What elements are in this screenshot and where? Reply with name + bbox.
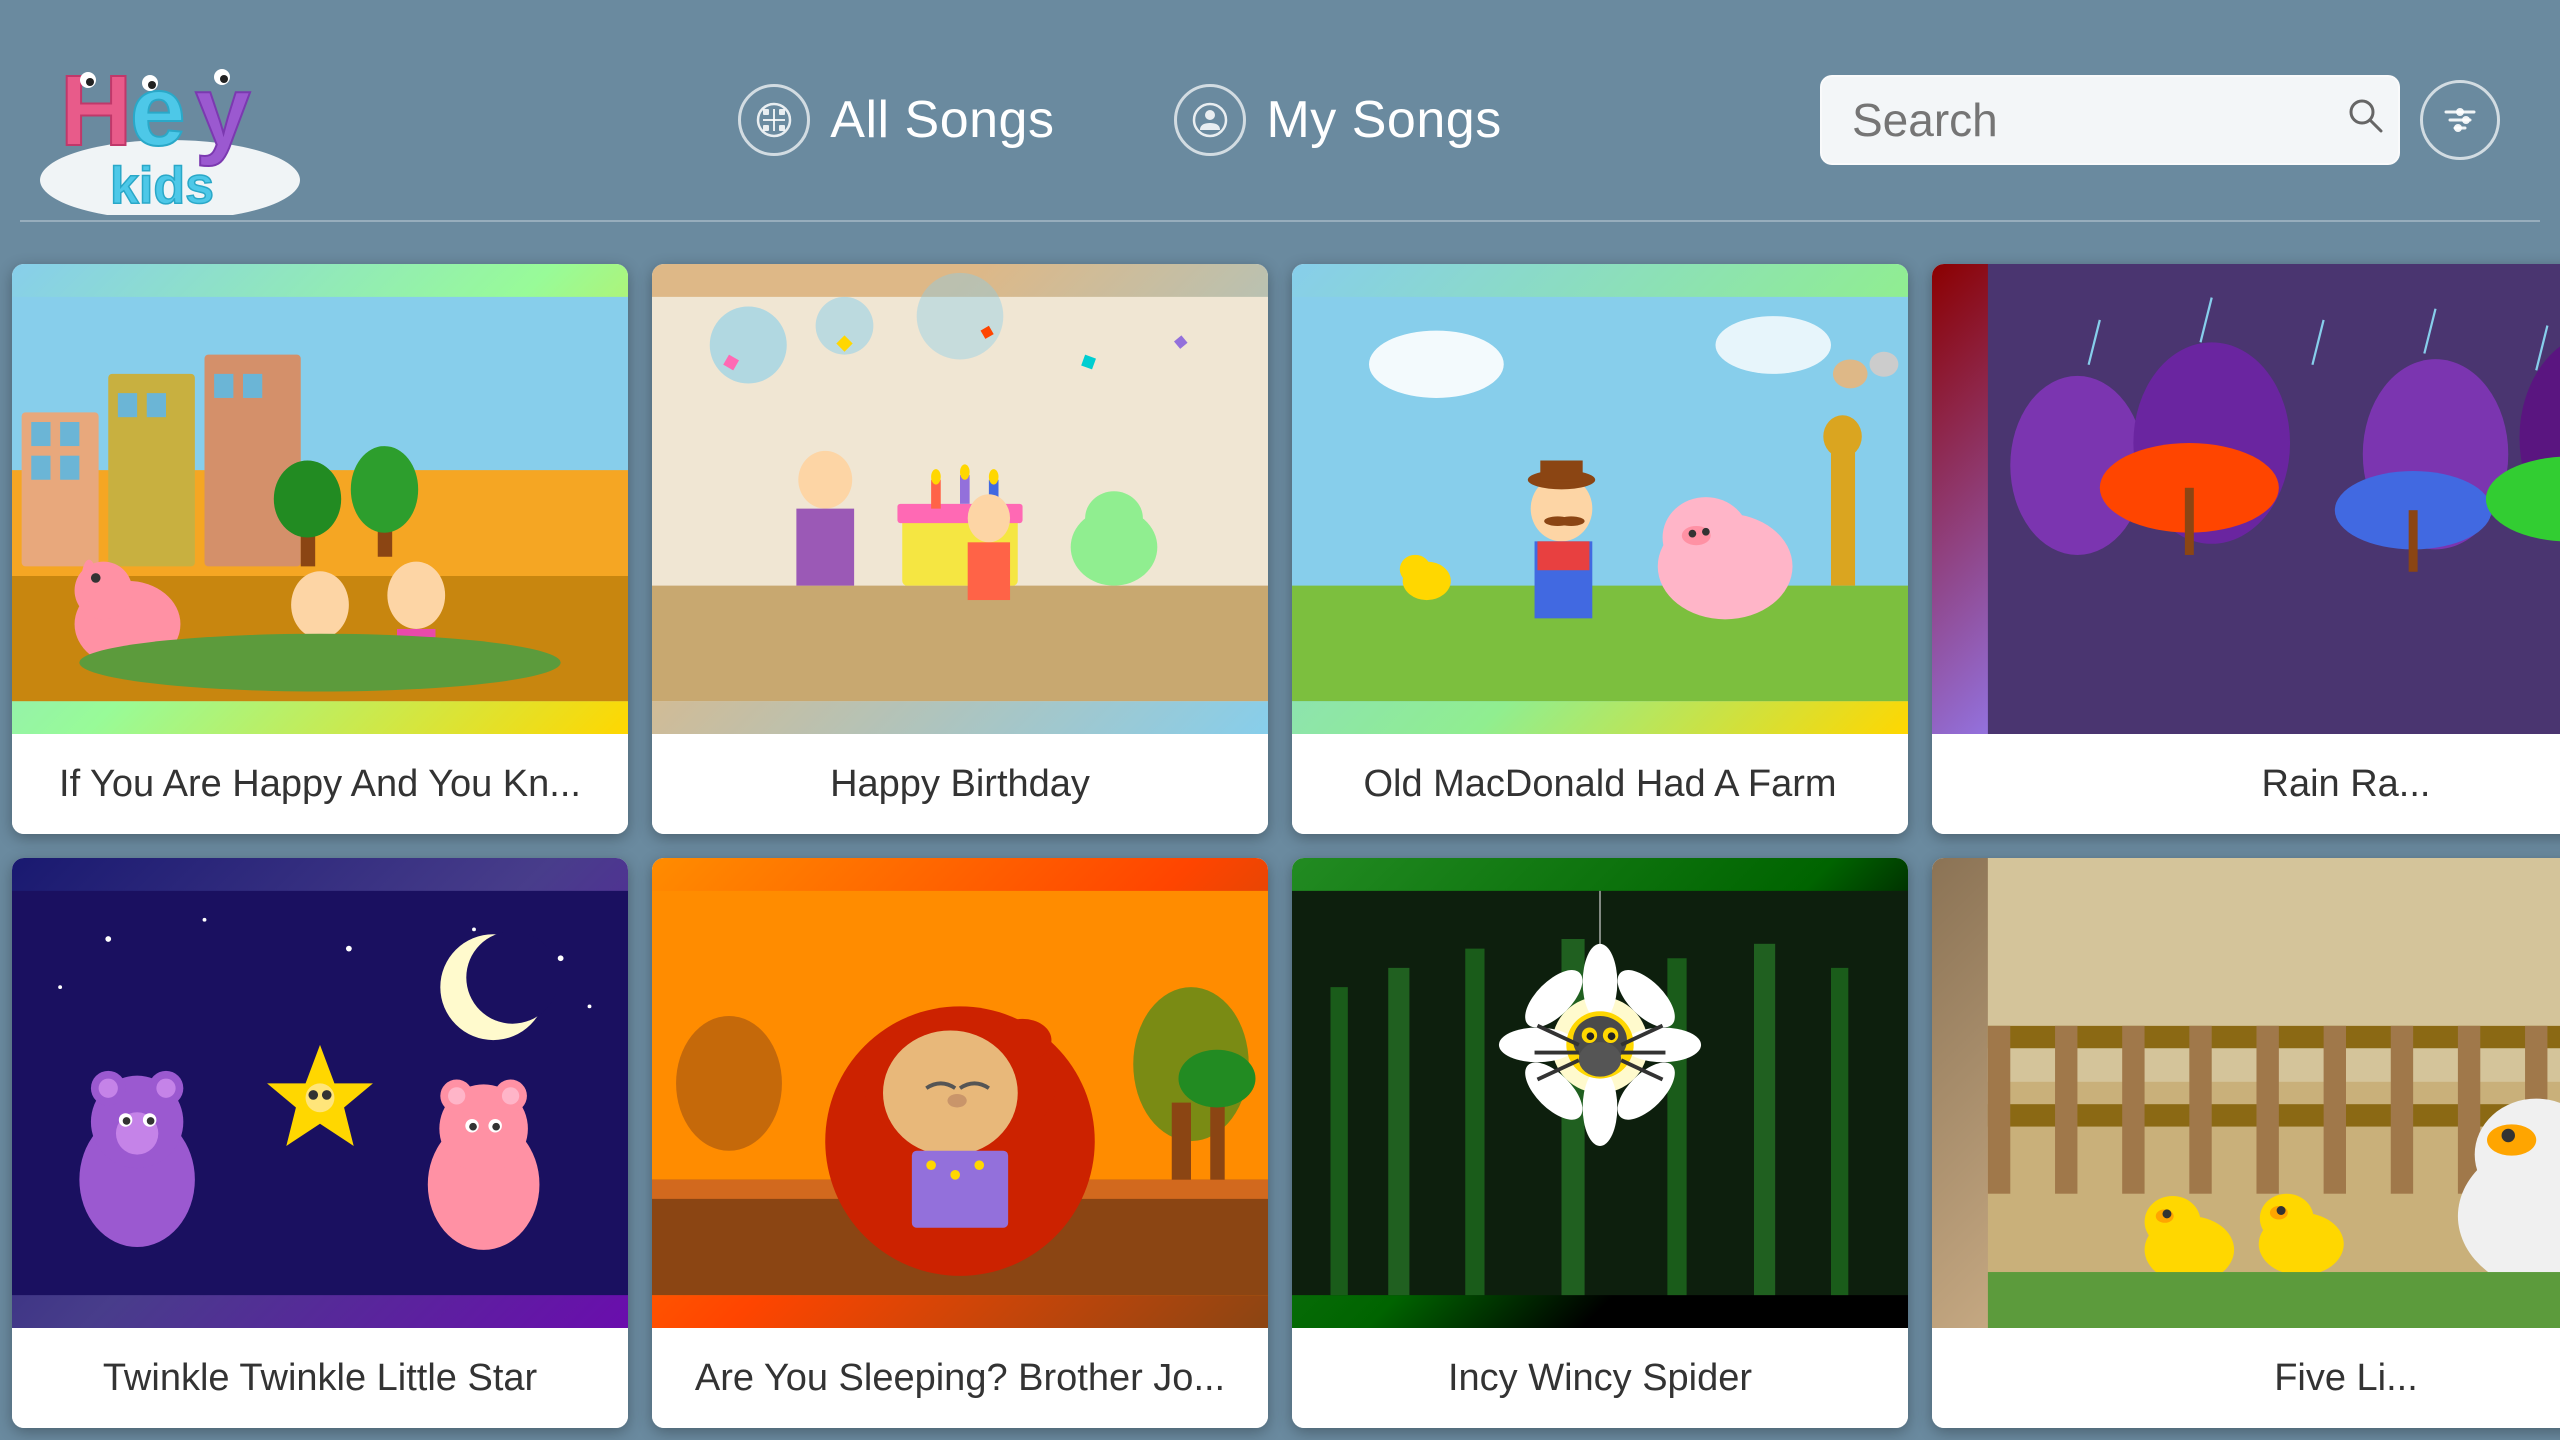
card-title: If You Are Happy And You Kn... <box>32 763 608 806</box>
search-area <box>1820 75 2500 165</box>
svg-text:e: e <box>130 55 186 167</box>
card-twinkle-twinkle[interactable]: Twinkle Twinkle Little Star <box>12 858 628 1428</box>
my-songs-label: My Songs <box>1266 90 1501 150</box>
card-title-bar: Rain Ra... <box>1932 734 2560 834</box>
card-title: Rain Ra... <box>1952 763 2560 806</box>
card-title-bar: Five Li... <box>1932 1328 2560 1428</box>
filter-button[interactable] <box>2420 80 2500 160</box>
heykids-logo: H e y kids <box>30 25 310 215</box>
search-wrapper <box>1820 75 2400 165</box>
card-title-bar: Are You Sleeping? Brother Jo... <box>652 1328 1268 1428</box>
card-title: Old MacDonald Had A Farm <box>1312 763 1888 806</box>
all-songs-nav[interactable]: All Songs <box>738 84 1054 156</box>
card-title-bar: Twinkle Twinkle Little Star <box>12 1328 628 1428</box>
nav-area: All Songs My Songs <box>320 84 1820 156</box>
film-icon <box>738 84 810 156</box>
logo-area: H e y kids <box>20 20 320 220</box>
content-grid: If You Are Happy And You Kn... <box>0 222 2560 1440</box>
card-title: Incy Wincy Spider <box>1312 1357 1888 1400</box>
card-incy-wincy-spider[interactable]: Incy Wincy Spider <box>1292 858 1908 1428</box>
search-button[interactable] <box>2345 95 2385 145</box>
svg-text:H: H <box>60 55 132 167</box>
card-five-li[interactable]: Five Li... <box>1932 858 2560 1428</box>
svg-text:kids: kids <box>110 157 214 215</box>
card-rain-ra[interactable]: Rain Ra... <box>1932 264 2560 834</box>
card-title-bar: Incy Wincy Spider <box>1292 1328 1908 1428</box>
card-title: Happy Birthday <box>672 763 1248 806</box>
card-if-you-are-happy[interactable]: If You Are Happy And You Kn... <box>12 264 628 834</box>
card-are-you-sleeping[interactable]: Are You Sleeping? Brother Jo... <box>652 858 1268 1428</box>
card-title-bar: Happy Birthday <box>652 734 1268 834</box>
person-icon <box>1174 84 1246 156</box>
all-songs-label: All Songs <box>830 90 1054 150</box>
card-happy-birthday[interactable]: Happy Birthday <box>652 264 1268 834</box>
card-title: Five Li... <box>1952 1357 2560 1400</box>
card-old-macdonald[interactable]: Old MacDonald Had A Farm <box>1292 264 1908 834</box>
card-title-bar: Old MacDonald Had A Farm <box>1292 734 1908 834</box>
card-title: Twinkle Twinkle Little Star <box>32 1357 608 1400</box>
search-input[interactable] <box>1820 75 2400 165</box>
card-title: Are You Sleeping? Brother Jo... <box>672 1357 1248 1400</box>
card-title-bar: If You Are Happy And You Kn... <box>12 734 628 834</box>
header: H e y kids <box>0 0 2560 220</box>
my-songs-nav[interactable]: My Songs <box>1174 84 1501 156</box>
